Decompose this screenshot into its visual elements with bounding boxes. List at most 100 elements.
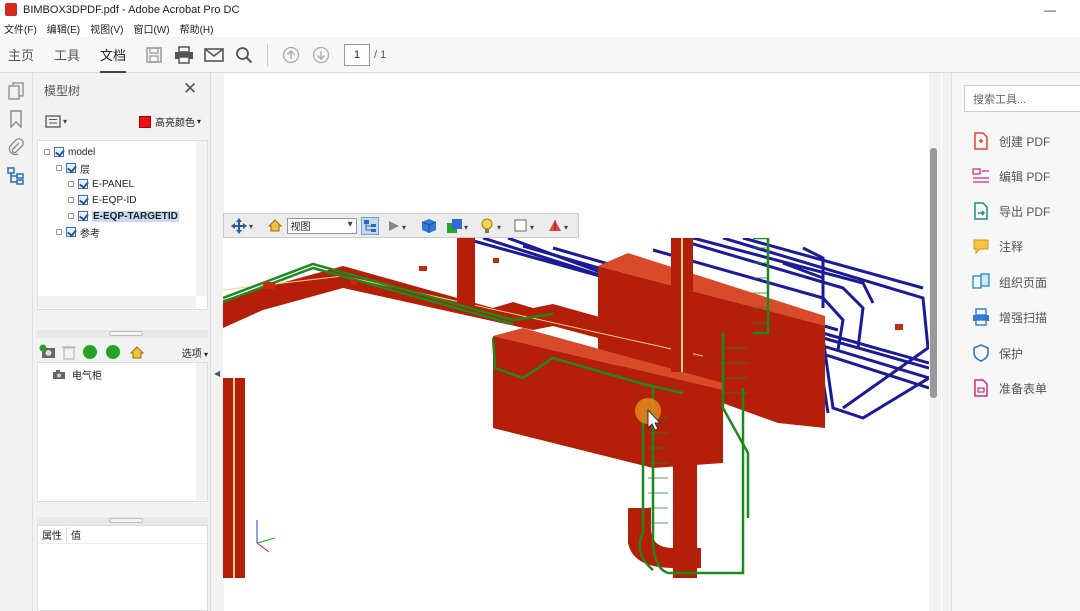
views-options-menu[interactable]: 选项 ▾ bbox=[182, 345, 208, 360]
rotate-tool-icon[interactable]: ▾ bbox=[228, 217, 258, 235]
main-toolbar: 主页 工具 文档 1 / 1 bbox=[0, 37, 1080, 73]
panel-splitter[interactable] bbox=[37, 330, 208, 338]
3d-model-viewport[interactable] bbox=[223, 238, 929, 578]
tool-enhance-scan[interactable]: 增强扫描 bbox=[972, 306, 1047, 328]
model-tree-toggle-icon[interactable] bbox=[360, 216, 379, 235]
move-down-icon[interactable] bbox=[106, 345, 120, 359]
model-tree-icon[interactable] bbox=[6, 166, 26, 186]
tree-vertical-scrollbar[interactable] bbox=[196, 141, 207, 296]
play-animation-icon[interactable]: ▾ bbox=[387, 217, 413, 235]
close-icon[interactable]: ✕ bbox=[183, 79, 197, 99]
search-tools-input[interactable]: 搜索工具... bbox=[964, 85, 1080, 112]
add-view-icon[interactable] bbox=[39, 343, 57, 361]
views-list: 电气柜 bbox=[37, 362, 208, 502]
save-icon[interactable] bbox=[142, 43, 166, 67]
menu-edit[interactable]: 编辑(E) bbox=[47, 21, 80, 36]
home-view-icon[interactable] bbox=[266, 217, 284, 235]
tool-protect[interactable]: 保护 bbox=[972, 342, 1023, 364]
prepare-form-icon bbox=[972, 379, 990, 397]
menu-file[interactable]: 文件(F) bbox=[4, 21, 37, 36]
move-up-icon[interactable] bbox=[83, 345, 97, 359]
comment-icon bbox=[972, 237, 990, 255]
page-thumbnails-icon[interactable] bbox=[6, 81, 26, 101]
tree-node-e-eqp-id[interactable]: E-EQP-ID bbox=[68, 193, 136, 207]
highlight-color-label: 高亮颜色 bbox=[155, 118, 195, 129]
search-icon[interactable] bbox=[232, 43, 256, 67]
properties-header: 属性 值 bbox=[38, 526, 207, 544]
panel-title: 模型树 bbox=[44, 84, 81, 98]
visibility-checkbox[interactable] bbox=[78, 179, 88, 189]
document-scrollbar[interactable] bbox=[930, 148, 937, 398]
chevron-left-icon: ◀ bbox=[214, 369, 221, 378]
collapse-toggle[interactable] bbox=[56, 165, 62, 171]
splitter-grip[interactable] bbox=[109, 331, 143, 336]
lighting-icon[interactable]: ▾ bbox=[480, 217, 506, 235]
expand-toggle[interactable] bbox=[56, 229, 62, 235]
tool-create-pdf[interactable]: 创建 PDF bbox=[972, 130, 1050, 152]
visibility-checkbox[interactable] bbox=[54, 147, 64, 157]
visibility-checkbox[interactable] bbox=[66, 227, 76, 237]
panel-splitter[interactable] bbox=[37, 517, 208, 525]
tool-prepare-form[interactable]: 准备表单 bbox=[972, 377, 1047, 399]
expand-toggle[interactable] bbox=[68, 213, 74, 219]
splitter-grip[interactable] bbox=[109, 518, 143, 523]
3d-model-render[interactable] bbox=[223, 238, 929, 578]
tool-organize-pages[interactable]: 组织页面 bbox=[972, 271, 1047, 293]
prev-page-icon[interactable] bbox=[279, 43, 303, 67]
tool-edit-pdf[interactable]: 编辑 PDF bbox=[972, 165, 1050, 187]
chevron-down-icon: ▾ bbox=[197, 117, 202, 126]
edit-pdf-icon bbox=[972, 167, 990, 185]
tab-tools[interactable]: 工具 bbox=[54, 45, 80, 64]
tree-horizontal-scrollbar[interactable] bbox=[38, 296, 196, 308]
tree-node-layer[interactable]: 层 bbox=[56, 161, 90, 176]
svg-text:▾: ▾ bbox=[402, 223, 406, 232]
view-item[interactable]: 电气柜 bbox=[52, 367, 102, 382]
tree-node-e-eqp-targetid[interactable]: E-EQP-TARGETID bbox=[68, 209, 179, 223]
minimize-button[interactable]: — bbox=[1030, 0, 1070, 19]
highlight-color-picker[interactable]: 高亮颜色 ▾ bbox=[139, 114, 201, 129]
tools-pane: 搜索工具... 创建 PDF 编辑 PDF 导出 PDF 注释 组织页面 增强扫… bbox=[951, 73, 1080, 611]
acrobat-file-icon bbox=[5, 3, 17, 16]
page-total: / 1 bbox=[374, 48, 387, 61]
expand-toggle[interactable] bbox=[68, 197, 74, 203]
background-color-icon[interactable]: ▾ bbox=[514, 217, 540, 235]
tree-node-reference[interactable]: 参考 bbox=[56, 225, 100, 240]
menu-view[interactable]: 视图(V) bbox=[90, 21, 123, 36]
menu-help[interactable]: 帮助(H) bbox=[180, 21, 214, 36]
email-icon[interactable] bbox=[202, 43, 226, 67]
projection-icon[interactable] bbox=[420, 217, 438, 235]
views-toolbar: 选项 ▾ bbox=[37, 342, 208, 362]
tool-export-pdf[interactable]: 导出 PDF bbox=[972, 200, 1050, 222]
tree-node-e-panel[interactable]: E-PANEL bbox=[68, 177, 134, 191]
3d-toolbar: ▾ 视图 ▾ ▾ ▾ ▾ ▾ bbox=[223, 213, 579, 238]
view-select[interactable]: 视图 bbox=[287, 217, 357, 234]
tree-node-model[interactable]: model bbox=[44, 145, 95, 159]
render-mode-icon[interactable]: ▾ bbox=[446, 217, 472, 235]
create-pdf-icon bbox=[972, 132, 990, 150]
collapse-toggle[interactable] bbox=[44, 149, 50, 155]
shield-icon bbox=[972, 344, 990, 362]
page-number-input[interactable]: 1 bbox=[344, 43, 371, 66]
bookmark-icon[interactable] bbox=[6, 109, 26, 129]
tab-document[interactable]: 文档 bbox=[100, 45, 127, 73]
title-bar: BIMBOX3DPDF.pdf - Adobe Acrobat Pro DC — bbox=[0, 0, 1080, 19]
tool-comment[interactable]: 注释 bbox=[972, 235, 1023, 257]
views-vertical-scrollbar[interactable] bbox=[196, 363, 207, 500]
column-header-property: 属性 bbox=[42, 531, 62, 542]
delete-view-icon[interactable] bbox=[61, 343, 77, 361]
tab-home[interactable]: 主页 bbox=[8, 45, 34, 64]
svg-text:▾: ▾ bbox=[530, 223, 534, 232]
menu-window[interactable]: 窗口(W) bbox=[133, 21, 169, 36]
expand-toggle[interactable] bbox=[68, 181, 74, 187]
visibility-checkbox[interactable] bbox=[78, 211, 88, 221]
cross-section-icon[interactable]: ▾ bbox=[548, 217, 574, 235]
print-icon[interactable] bbox=[172, 43, 196, 67]
visibility-checkbox[interactable] bbox=[66, 163, 76, 173]
tree-options-dropdown[interactable]: ▾ bbox=[45, 113, 73, 130]
next-page-icon[interactable] bbox=[309, 43, 333, 67]
menu-bar: 文件(F) 编辑(E) 视图(V) 窗口(W) 帮助(H) bbox=[0, 19, 1080, 37]
visibility-checkbox[interactable] bbox=[78, 195, 88, 205]
window-title: BIMBOX3DPDF.pdf - Adobe Acrobat Pro DC bbox=[23, 3, 240, 16]
attachment-icon[interactable] bbox=[6, 137, 26, 157]
home-view-icon[interactable] bbox=[129, 344, 145, 360]
